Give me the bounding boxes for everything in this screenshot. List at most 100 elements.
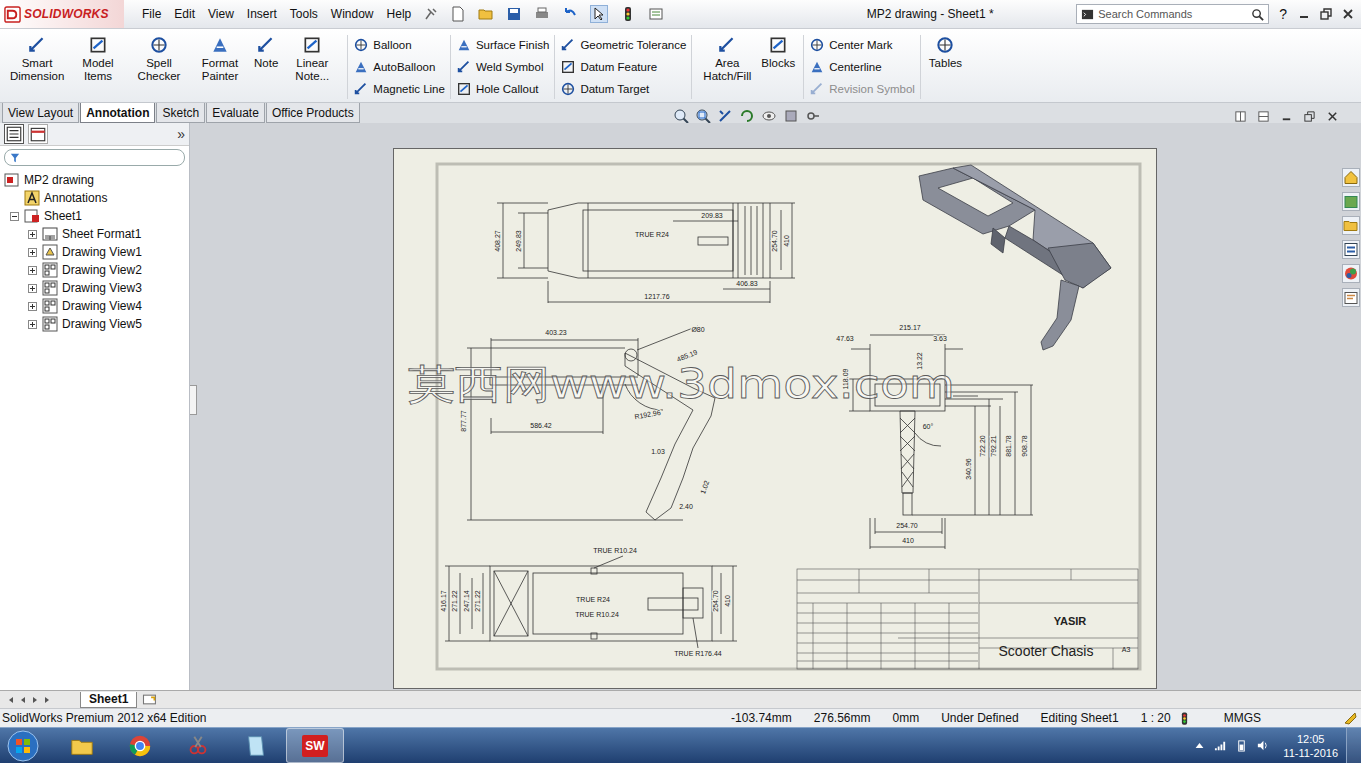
notification-icon[interactable]: [1343, 711, 1357, 725]
expand-toggle[interactable]: [28, 302, 37, 311]
tree-filter[interactable]: [4, 149, 185, 166]
collapse-button[interactable]: »: [177, 126, 185, 142]
app-logo[interactable]: SOLIDWORKS: [0, 0, 124, 28]
taskbar-app[interactable]: [112, 729, 168, 762]
dimension-text[interactable]: 215.17: [899, 324, 921, 331]
tree-item[interactable]: Annotations: [0, 189, 189, 207]
print-icon[interactable]: [534, 6, 550, 22]
restore-icon[interactable]: [1319, 7, 1333, 21]
ribbon-button[interactable]: Magnetic Line: [353, 80, 445, 99]
ribbon-button[interactable]: Spell Checker: [129, 35, 189, 83]
expand-toggle[interactable]: [28, 230, 37, 239]
undo-icon[interactable]: [562, 6, 578, 22]
dimension-text[interactable]: 586.42: [530, 422, 552, 429]
new-document-icon[interactable]: [450, 6, 466, 22]
show-hidden-icon[interactable]: [1193, 739, 1206, 752]
ribbon-button[interactable]: Linear Note...: [282, 35, 342, 83]
clock[interactable]: 12:05 11-11-2016: [1283, 732, 1338, 760]
ribbon-button[interactable]: Surface Finish: [456, 35, 550, 54]
tree-item[interactable]: Drawing View2: [0, 261, 189, 279]
command-tab[interactable]: Annotation: [80, 103, 155, 123]
dimension-text[interactable]: 406.83: [736, 280, 758, 287]
sheet-scale[interactable]: 1 : 20: [1141, 711, 1188, 725]
tree-item[interactable]: Sheet Format1: [0, 225, 189, 243]
menu-item[interactable]: Window: [331, 7, 374, 21]
menu-item[interactable]: Insert: [247, 7, 277, 21]
tree-item[interactable]: MP2 drawing: [0, 171, 189, 189]
isometric-view[interactable]: [919, 165, 1111, 350]
minimize-icon[interactable]: [1297, 7, 1311, 21]
tree-item[interactable]: Drawing View4: [0, 297, 189, 315]
menu-item[interactable]: View: [208, 7, 234, 21]
display-style-icon[interactable]: [783, 108, 799, 124]
view-settings-icon[interactable]: [805, 108, 821, 124]
expand-toggle[interactable]: [10, 212, 19, 221]
open-folder-icon[interactable]: [478, 6, 494, 22]
add-sheet-icon[interactable]: [141, 693, 159, 706]
drawing-sheet[interactable]: 408.27249.83209.83TRUE R24254.70410406.8…: [393, 148, 1157, 689]
ribbon-button[interactable]: Geometric Tolerance: [560, 35, 686, 54]
ribbon-button[interactable]: Center Mark: [809, 35, 892, 54]
dimension-text[interactable]: 881.78: [1005, 435, 1012, 457]
ribbon-button[interactable]: Datum Feature: [560, 57, 657, 76]
dimension-text[interactable]: 247.14: [463, 590, 470, 612]
expand-toggle[interactable]: [28, 266, 37, 275]
tree-item[interactable]: Drawing View5: [0, 315, 189, 333]
custom-properties-icon[interactable]: [1342, 288, 1360, 307]
dimension-text[interactable]: 254.70: [896, 522, 918, 529]
file-explorer-icon[interactable]: [1342, 216, 1360, 235]
menu-item[interactable]: Edit: [174, 7, 195, 21]
zoom-area-icon[interactable]: [695, 108, 711, 124]
dimension-text[interactable]: TRUE R10.24: [575, 611, 619, 618]
panel-splitter[interactable]: [190, 385, 197, 415]
dimension-text[interactable]: 410: [902, 537, 914, 544]
save-icon[interactable]: [506, 6, 522, 22]
pin-icon[interactable]: [424, 7, 438, 21]
sheet-nav-arrow-icon[interactable]: [6, 695, 16, 705]
sheet-nav-arrow-icon[interactable]: [18, 695, 28, 705]
rebuild-view-icon[interactable]: [739, 108, 755, 124]
help-button[interactable]: ?: [1279, 6, 1287, 22]
sheet-nav-arrow-icon[interactable]: [30, 695, 40, 705]
dimension-text[interactable]: 47.63: [836, 335, 854, 342]
taskbar-app[interactable]: [170, 729, 226, 762]
dimension-text[interactable]: 1217.76: [644, 293, 669, 300]
graphics-area[interactable]: 408.27249.83209.83TRUE R24254.70410406.8…: [190, 123, 1340, 690]
show-desktop-button[interactable]: [1346, 728, 1361, 763]
expand-toggle[interactable]: [28, 320, 37, 329]
battery-icon[interactable]: [1235, 739, 1248, 752]
signal-icon[interactable]: [1214, 739, 1227, 752]
ribbon-button[interactable]: Tables: [926, 35, 965, 70]
ribbon-button[interactable]: Weld Symbol: [456, 57, 544, 76]
ribbon-button[interactable]: AutoBalloon: [353, 57, 435, 76]
dimension-text[interactable]: 271.22: [451, 590, 458, 612]
dimension-text[interactable]: 410: [724, 595, 731, 607]
dimension-text[interactable]: 877.77: [460, 410, 467, 432]
ribbon-button[interactable]: Datum Target: [560, 80, 649, 99]
ribbon-button[interactable]: Model Items: [68, 35, 128, 83]
dimension-text[interactable]: 254.70: [712, 590, 719, 612]
command-tab[interactable]: View Layout: [2, 103, 79, 123]
top-view[interactable]: [497, 203, 795, 303]
dimension-text[interactable]: 416.17: [440, 590, 447, 612]
taskbar-app[interactable]: [228, 729, 284, 762]
hide-show-icon[interactable]: [761, 108, 777, 124]
menu-item[interactable]: Tools: [290, 7, 318, 21]
tree-item[interactable]: Sheet1: [0, 207, 189, 225]
command-tab[interactable]: Sketch: [156, 103, 205, 123]
side-view[interactable]: [467, 326, 715, 520]
dimension-text[interactable]: 2.40: [679, 503, 693, 510]
sheet-nav-arrow-icon[interactable]: [42, 695, 52, 705]
ribbon-button[interactable]: Centerline: [809, 57, 881, 76]
dimension-text[interactable]: 209.83: [701, 212, 723, 219]
options-icon[interactable]: [648, 6, 664, 22]
taskbar-app[interactable]: [54, 729, 110, 762]
expand-toggle[interactable]: [28, 284, 37, 293]
previous-view-icon[interactable]: [717, 108, 733, 124]
unit-system[interactable]: MMGS: [1224, 711, 1261, 725]
ribbon-button[interactable]: Hole Callout: [456, 80, 539, 99]
zoom-fit-icon[interactable]: [673, 108, 689, 124]
command-tab[interactable]: Evaluate: [206, 103, 265, 123]
property-tab-icon[interactable]: [28, 124, 48, 144]
ribbon-button[interactable]: Area Hatch/Fill: [697, 35, 757, 83]
